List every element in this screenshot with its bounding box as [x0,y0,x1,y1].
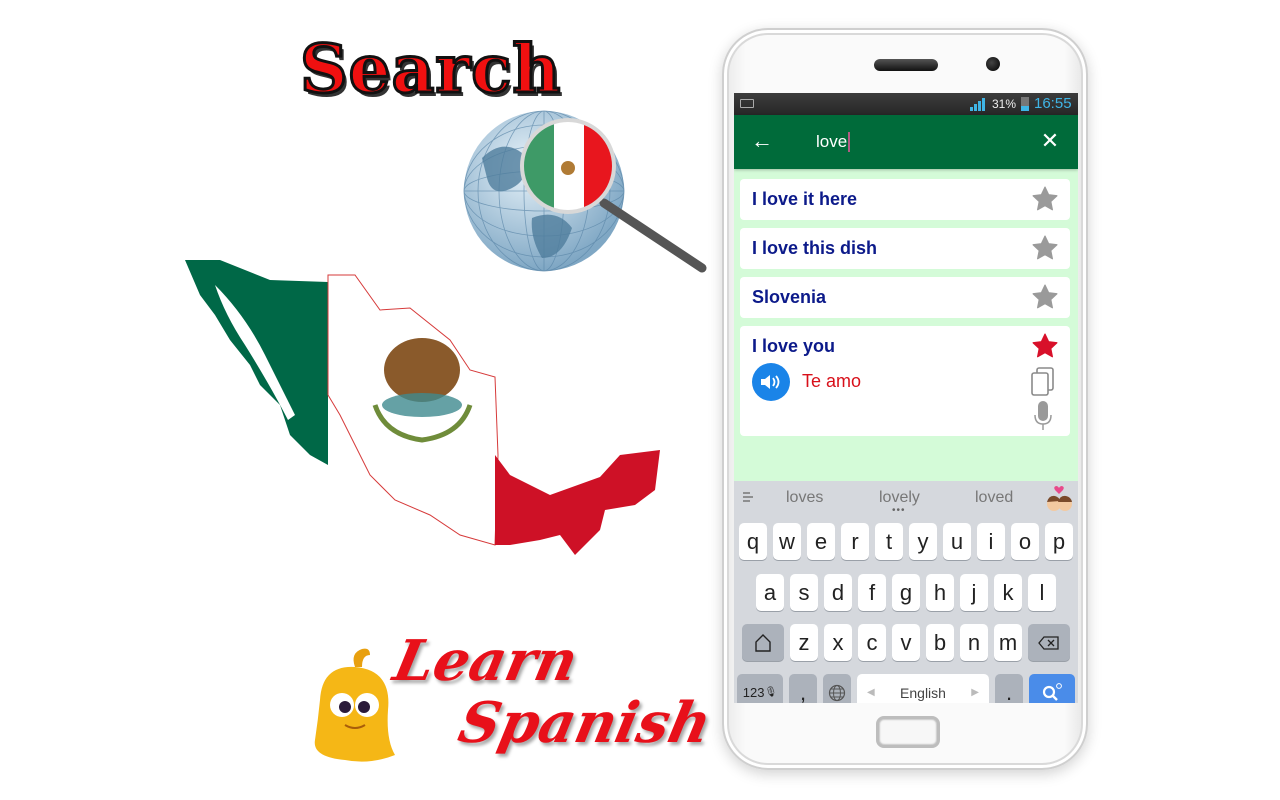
result-item[interactable]: Slovenia [740,277,1070,318]
key-row-1: q w e r t y u i o p [734,523,1078,560]
brand-spanish: Spanish [452,690,718,756]
translation-text: Te amo [802,371,862,391]
key-b[interactable]: b [926,624,954,661]
right-arrow-icon: ▶ [971,687,979,698]
home-button[interactable] [876,716,940,748]
key-s[interactable]: s [790,574,818,611]
suggestion-bar: loves lovely ••• loved [734,481,1078,516]
result-item-expanded[interactable]: I love you Te amo [740,326,1070,436]
search-input[interactable] [816,129,1016,155]
app-screen: 31% 16:55 ← ✕ I love it here I love this… [734,93,1078,703]
clock: 16:55 [1034,95,1072,112]
key-g[interactable]: g [892,574,920,611]
star-filled-icon[interactable] [1030,331,1060,361]
result-phrase: I love you [752,336,836,356]
phone-speaker [874,59,938,71]
phone-camera [986,57,1000,71]
more-suggestions-indicator: ••• [892,505,906,516]
backspace-key[interactable] [1028,624,1070,661]
battery-percent: 31% [992,97,1017,111]
arrow-left-icon[interactable]: ← [748,127,776,155]
soft-keyboard: loves lovely ••• loved q w e r t y u i o… [734,481,1078,703]
search-key[interactable] [1029,674,1075,703]
key-n[interactable]: n [960,624,988,661]
key-r[interactable]: r [841,523,869,560]
key-v[interactable]: v [892,624,920,661]
result-item[interactable]: I love it here [740,179,1070,220]
key-d[interactable]: d [824,574,852,611]
key-z[interactable]: z [790,624,818,661]
speaker-icon [761,375,780,389]
brand-learn: Learn [387,628,584,694]
result-phrase: I love it here [752,189,858,209]
speak-button[interactable] [752,363,790,401]
mexico-flag-map [185,260,660,555]
key-y[interactable]: y [909,523,937,560]
star-icon[interactable] [1030,184,1060,214]
comma-key[interactable]: , [789,674,817,703]
key-row-2: a s d f g h j k l [734,574,1078,611]
emoji-icon[interactable] [1044,485,1074,513]
microphone-icon[interactable] [1032,400,1054,432]
star-icon[interactable] [1030,233,1060,263]
key-h[interactable]: h [926,574,954,611]
key-w[interactable]: w [773,523,801,560]
key-o[interactable]: o [1011,523,1039,560]
promo-headline: Search [298,29,562,110]
copy-icon[interactable] [1030,366,1056,398]
space-key[interactable]: ◀ English ▶ [857,674,989,703]
key-e[interactable]: e [807,523,835,560]
result-phrase: Slovenia [752,287,827,307]
signal-icon [970,98,986,111]
keyboard-icon [740,99,754,108]
key-l[interactable]: l [1028,574,1056,611]
period-key[interactable]: . [995,674,1023,703]
mic-small-icon: 🎙 [764,687,778,698]
suggestion-item[interactable]: loved [975,489,1013,507]
phone-frame: 31% 16:55 ← ✕ I love it here I love this… [722,28,1088,770]
result-item[interactable]: I love this dish [740,228,1070,269]
shift-key[interactable] [742,624,784,661]
keyboard-menu-icon[interactable] [742,491,754,503]
key-k[interactable]: k [994,574,1022,611]
key-q[interactable]: q [739,523,767,560]
status-bar: 31% 16:55 [734,93,1078,115]
results-list: I love it here I love this dish Slovenia… [740,179,1070,444]
key-a[interactable]: a [756,574,784,611]
left-arrow-icon: ◀ [867,687,875,698]
battery-icon [1021,97,1029,111]
star-icon[interactable] [1030,282,1060,312]
key-t[interactable]: t [875,523,903,560]
close-icon[interactable]: ✕ [1036,127,1064,155]
suggestion-item[interactable]: loves [786,489,823,507]
result-phrase: I love this dish [752,238,878,258]
key-c[interactable]: c [858,624,886,661]
key-j[interactable]: j [960,574,988,611]
key-row-3: z x c v b n m [734,624,1078,661]
search-app-bar: ← ✕ [734,115,1078,169]
text-cursor [848,132,850,152]
key-row-4: 123 🎙 , ◀ English ▶ . [734,674,1078,703]
key-i[interactable]: i [977,523,1005,560]
search-icon [1042,682,1062,701]
key-p[interactable]: p [1045,523,1073,560]
numbers-key[interactable]: 123 🎙 [737,674,783,703]
key-m[interactable]: m [994,624,1022,661]
key-x[interactable]: x [824,624,852,661]
shift-icon [755,633,771,652]
backspace-icon [1038,635,1059,650]
globe-key[interactable] [823,674,851,703]
key-u[interactable]: u [943,523,971,560]
globe-icon [828,684,846,701]
key-f[interactable]: f [858,574,886,611]
